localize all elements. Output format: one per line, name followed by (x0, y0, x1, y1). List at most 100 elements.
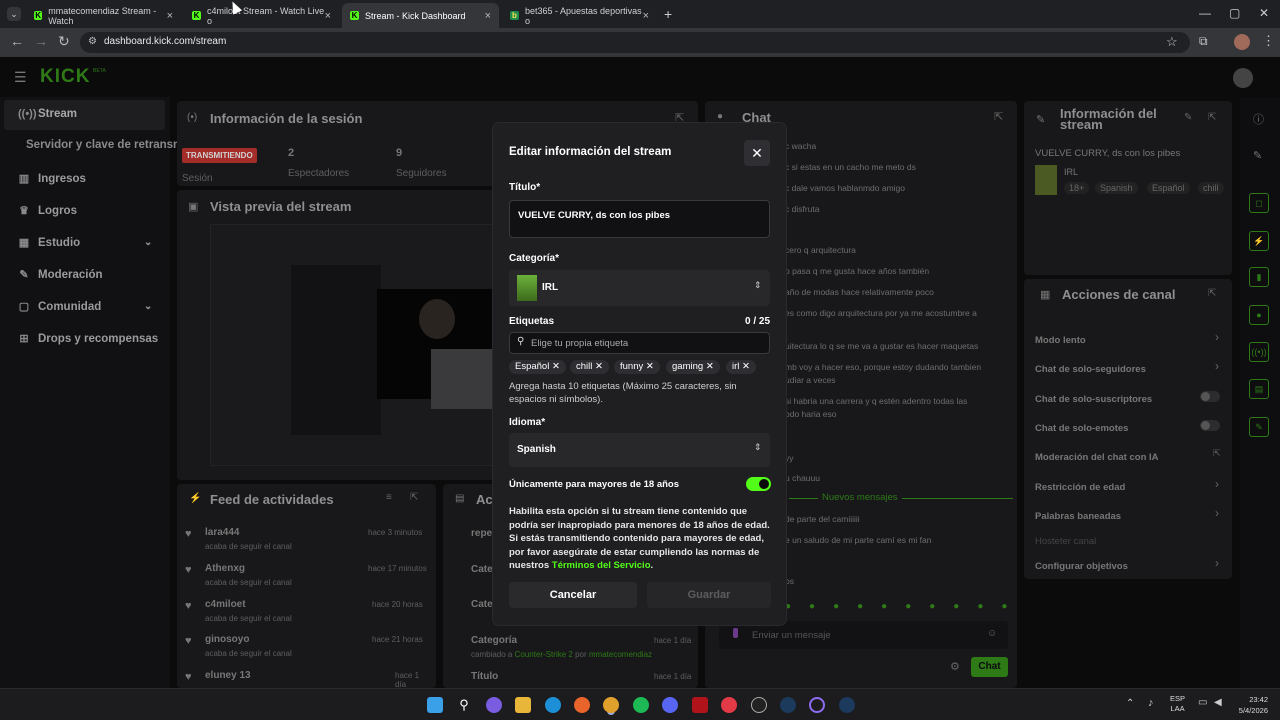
browser-tab-1[interactable]: K mmatecomendiaz Stream - Watch × (26, 3, 181, 28)
language-field-label: Idioma* (509, 417, 546, 428)
category-value: IRL (542, 282, 559, 293)
tags-field-label: Etiquetas (509, 316, 555, 327)
save-button[interactable]: Guardar (647, 582, 771, 608)
kick-logo-icon: K (192, 11, 201, 20)
edit-stream-info-modal: Editar información del stream ✕ Título* … (493, 123, 786, 625)
tab-search-chevron-icon[interactable]: ⌄ (7, 7, 21, 21)
site-info-icon[interactable]: ⚙ (88, 36, 97, 47)
terms-suffix: . (650, 560, 654, 571)
tab-label: c4miloet Stream - Watch Live o (206, 5, 325, 26)
remove-tag-icon[interactable]: ✕ (595, 361, 603, 372)
valorant-icon[interactable] (721, 697, 737, 713)
kick-logo-icon: K (34, 11, 43, 20)
close-icon[interactable]: ✕ (744, 140, 770, 166)
clock-date: 5/4/2026 (1238, 706, 1268, 715)
close-window-icon[interactable]: ✕ (1259, 6, 1269, 20)
title-input-value: VUELVE CURRY, ds con los pibes (518, 210, 671, 221)
search-icon[interactable]: ⚲ (456, 697, 472, 713)
tag-label: chill (576, 361, 593, 372)
browser-toolbar: ← → ↻ ⚙ dashboard.kick.com/stream ☆ ⧉ ⋮ (0, 28, 1280, 57)
close-tab-icon[interactable]: × (485, 10, 491, 22)
spotify-icon[interactable] (633, 697, 649, 713)
tags-count: 0 / 25 (745, 316, 771, 327)
search-icon: ⚲ (517, 336, 525, 347)
network-icon[interactable]: ▭ (1198, 697, 1207, 708)
title-field-label: Título* (509, 182, 541, 193)
tab-label: bet365 - Apuestas deportivas o (525, 5, 642, 26)
language-select[interactable]: Spanish ⇕ (509, 433, 770, 467)
steam-icon[interactable] (780, 697, 796, 713)
select-arrows-icon: ⇕ (754, 442, 762, 452)
category-field-label: Categoría* (509, 253, 560, 264)
profile-avatar[interactable] (1234, 34, 1250, 50)
firefox-icon[interactable] (574, 697, 590, 713)
language-value: Spanish (517, 444, 556, 455)
extensions-icon[interactable]: ⧉ (1199, 34, 1208, 49)
tag-chip-gaming[interactable]: gaming ✕ (666, 360, 720, 374)
category-select[interactable]: IRL ⇕ (509, 270, 770, 306)
tags-input-placeholder: Elige tu propia etiqueta (531, 338, 629, 349)
volume-icon[interactable]: ◀ (1214, 697, 1222, 708)
reload-icon[interactable]: ↻ (58, 33, 70, 50)
bookmark-star-icon[interactable]: ☆ (1166, 34, 1178, 50)
tray-chevron-icon[interactable]: ⌃ (1126, 698, 1134, 709)
tag-chip-chill[interactable]: chill ✕ (570, 360, 609, 374)
back-icon[interactable]: ← (10, 33, 24, 49)
tag-label: Español (515, 361, 550, 372)
steam-icon-2[interactable] (839, 697, 855, 713)
clock[interactable]: 23:42 5/4/2026 (1232, 694, 1268, 716)
category-thumbnail (517, 275, 537, 301)
browser-tab-3[interactable]: K Stream - Kick Dashboard × (342, 3, 499, 28)
browser-tab-4[interactable]: b bet365 - Apuestas deportivas o × (502, 3, 657, 28)
red-app-icon[interactable] (692, 697, 708, 713)
remove-tag-icon[interactable]: ✕ (742, 361, 750, 372)
chrome-icon[interactable] (603, 697, 619, 713)
bet365-icon: b (510, 11, 519, 20)
copilot-icon[interactable] (486, 697, 502, 713)
language-indicator[interactable]: ESP LAA (1170, 694, 1185, 714)
mature-toggle[interactable] (746, 477, 771, 491)
close-tab-icon[interactable]: × (325, 10, 331, 22)
close-tab-icon[interactable]: × (167, 10, 173, 22)
windows-taskbar: ⚲ ⌃ ♪ ESP LAA ▭ ◀ 23:42 5/4/2026 (0, 688, 1280, 720)
clock-time: 23:42 (1249, 695, 1268, 704)
tags-help-text: Agrega hasta 10 etiquetas (Máximo 25 car… (509, 381, 737, 405)
tab-label: Stream - Kick Dashboard (365, 10, 466, 21)
address-bar[interactable]: ⚙ dashboard.kick.com/stream (80, 32, 1190, 53)
tab-label: mmatecomendiaz Stream - Watch (48, 5, 157, 26)
tag-label: gaming (672, 361, 704, 372)
windows-start-icon[interactable] (427, 697, 443, 713)
lang-line2: LAA (1170, 704, 1185, 713)
remove-tag-icon[interactable]: ✕ (552, 361, 560, 372)
tag-chip-irl[interactable]: irl ✕ (726, 360, 756, 374)
url-text: dashboard.kick.com/stream (104, 36, 227, 47)
terms-link[interactable]: Términos del Servicio (552, 560, 651, 571)
browser-tab-2[interactable]: K c4miloet Stream - Watch Live o × (184, 3, 339, 28)
remove-tag-icon[interactable]: ✕ (646, 361, 654, 372)
new-tab-icon[interactable]: + (664, 6, 672, 22)
menu-dots-icon[interactable]: ⋮ (1262, 33, 1275, 49)
tags-input[interactable]: ⚲ Elige tu propia etiqueta (509, 332, 770, 354)
mature-description: Habilita esta opción si tu stream tiene … (509, 505, 771, 573)
tag-chip-funny[interactable]: funny ✕ (614, 360, 660, 374)
close-tab-icon[interactable]: × (643, 10, 649, 22)
file-explorer-icon[interactable] (515, 697, 531, 713)
maximize-icon[interactable]: ▢ (1229, 6, 1240, 20)
edge-icon[interactable] (545, 697, 561, 713)
minimize-icon[interactable]: — (1199, 6, 1211, 20)
browser-tab-bar: ⌄ K mmatecomendiaz Stream - Watch × K c4… (0, 0, 1280, 28)
toggle-knob (759, 479, 769, 489)
app-circle-icon[interactable] (809, 697, 825, 713)
discord-icon[interactable] (662, 697, 678, 713)
remove-tag-icon[interactable]: ✕ (706, 361, 714, 372)
cancel-button[interactable]: Cancelar (509, 582, 637, 608)
tag-label: irl (732, 361, 740, 372)
obs-icon[interactable] (751, 697, 767, 713)
mature-toggle-label: Únicamente para mayores de 18 años (509, 479, 680, 490)
title-input[interactable]: VUELVE CURRY, ds con los pibes (509, 200, 770, 238)
tag-chip-espanol[interactable]: Español ✕ (509, 360, 566, 374)
mic-icon[interactable]: ♪ (1148, 697, 1154, 709)
select-arrows-icon: ⇕ (754, 280, 762, 290)
tag-label: funny (620, 361, 644, 372)
forward-icon[interactable]: → (34, 33, 48, 49)
